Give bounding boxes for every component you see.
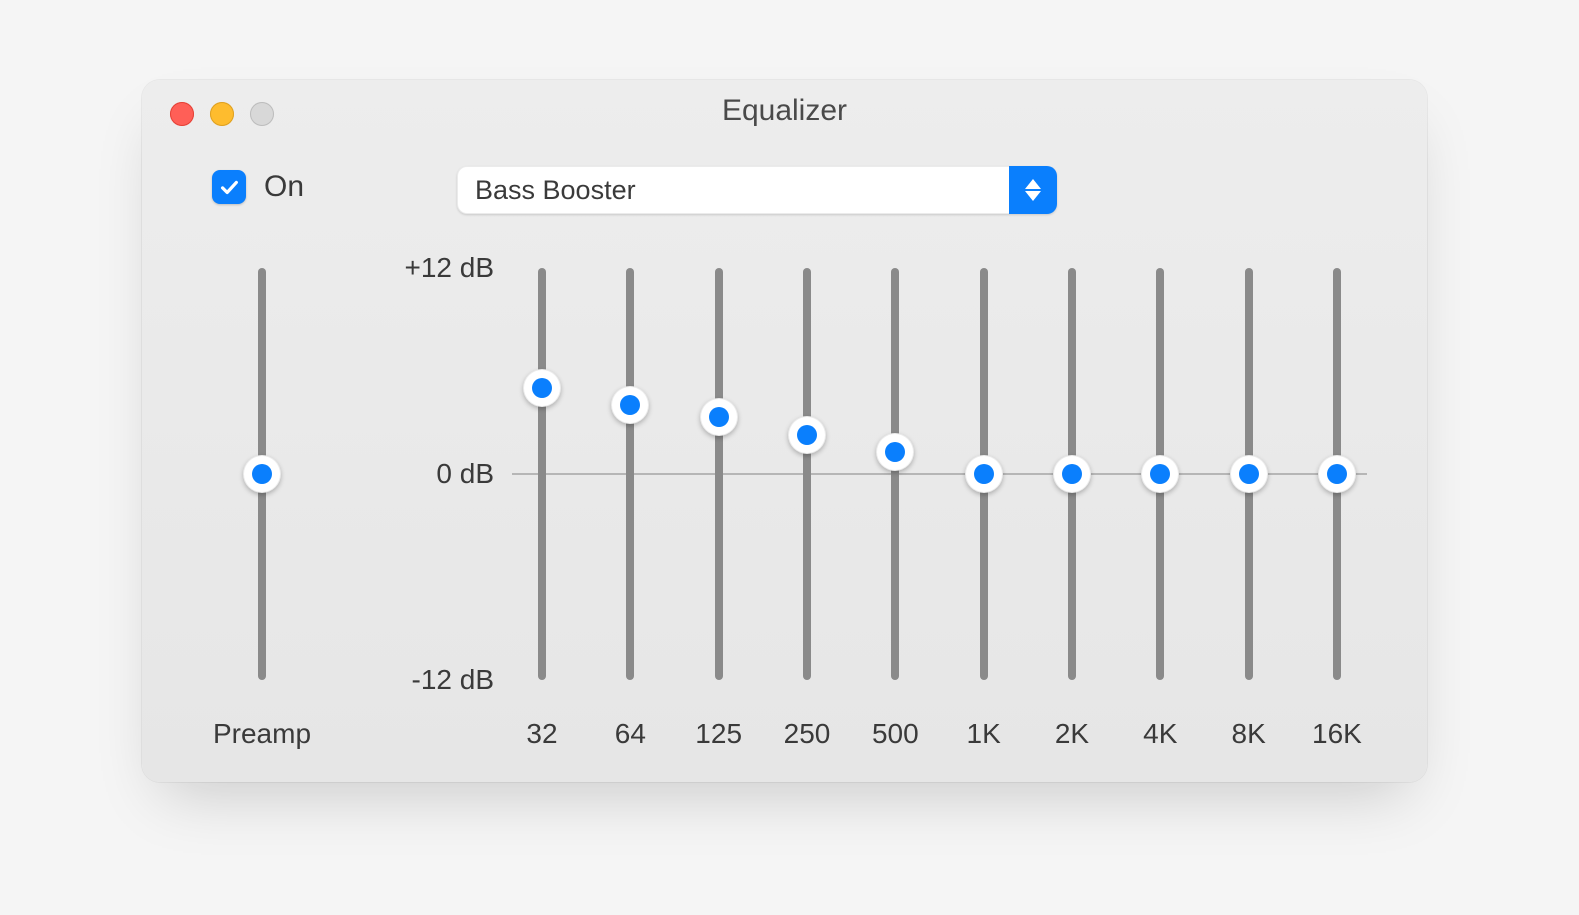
band-thumb[interactable] — [523, 369, 561, 407]
window-title: Equalizer — [722, 94, 847, 128]
band-thumb[interactable] — [965, 455, 1003, 493]
band-slider-500[interactable]: 500 — [865, 260, 925, 752]
band-slider-8k[interactable]: 8K — [1219, 260, 1279, 752]
titlebar: Equalizer — [142, 80, 1427, 142]
band-label: 64 — [615, 718, 646, 750]
db-label-mid: 0 dB — [436, 458, 494, 490]
band-slider-64[interactable]: 64 — [600, 260, 660, 752]
band-thumb[interactable] — [876, 433, 914, 471]
db-label-top: +12 dB — [404, 252, 494, 284]
band-thumb[interactable] — [700, 398, 738, 436]
band-thumb[interactable] — [1141, 455, 1179, 493]
on-toggle-group: On — [212, 170, 304, 204]
check-icon — [218, 176, 240, 198]
zoom-icon — [250, 102, 274, 126]
chevron-down-icon — [1025, 191, 1041, 201]
band-label: 250 — [784, 718, 831, 750]
band-track — [538, 268, 546, 680]
band-thumb[interactable] — [788, 416, 826, 454]
band-track — [803, 268, 811, 680]
window-controls — [170, 102, 274, 126]
band-slider-32[interactable]: 32 — [512, 260, 572, 752]
band-label: 2K — [1055, 718, 1089, 750]
chevron-up-icon — [1025, 179, 1041, 189]
band-slider-16k[interactable]: 16K — [1307, 260, 1367, 752]
band-track — [715, 268, 723, 680]
minimize-icon[interactable] — [210, 102, 234, 126]
on-checkbox[interactable] — [212, 170, 246, 204]
band-label: 4K — [1143, 718, 1177, 750]
band-label: 32 — [526, 718, 557, 750]
preset-stepper[interactable] — [1009, 166, 1057, 214]
band-label: 500 — [872, 718, 919, 750]
band-thumb[interactable] — [611, 386, 649, 424]
band-label: 8K — [1232, 718, 1266, 750]
band-sliders: 32 64 125 250 500 1K 2K 4K 8K 16K — [512, 260, 1367, 752]
band-thumb[interactable] — [1230, 455, 1268, 493]
band-slider-4k[interactable]: 4K — [1130, 260, 1190, 752]
equalizer-window: Equalizer On Bass Booster +12 dB 0 dB -1… — [142, 80, 1427, 782]
db-label-bottom: -12 dB — [412, 664, 495, 696]
band-label: 125 — [695, 718, 742, 750]
band-slider-2k[interactable]: 2K — [1042, 260, 1102, 752]
preset-select[interactable]: Bass Booster — [457, 166, 1057, 214]
band-slider-125[interactable]: 125 — [689, 260, 749, 752]
eq-area: +12 dB 0 dB -12 dB Preamp 32641252505001… — [202, 260, 1367, 752]
preset-selected-label: Bass Booster — [457, 166, 1009, 214]
band-thumb[interactable] — [1053, 455, 1091, 493]
band-label: 16K — [1312, 718, 1362, 750]
band-slider-1k[interactable]: 1K — [954, 260, 1014, 752]
band-track — [626, 268, 634, 680]
band-label: 1K — [967, 718, 1001, 750]
band-track — [891, 268, 899, 680]
band-slider-250[interactable]: 250 — [777, 260, 837, 752]
close-icon[interactable] — [170, 102, 194, 126]
band-thumb[interactable] — [1318, 455, 1356, 493]
preamp-label: Preamp — [213, 718, 311, 750]
preamp-thumb[interactable] — [243, 455, 281, 493]
on-label: On — [264, 170, 304, 204]
